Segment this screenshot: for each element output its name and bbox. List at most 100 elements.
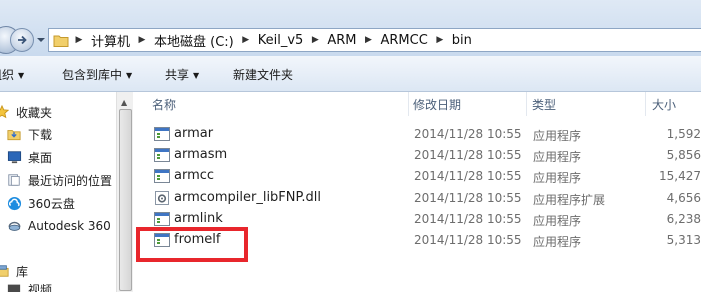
nav-libraries-label: 库 [16, 264, 29, 279]
file-row[interactable]: armasm 2014/11/28 10:55 应用程序 5,856 [148, 145, 701, 165]
navigation-pane: 收藏夹 下载 桌面 最近访问的位置 360云盘 Autodesk 360 库 视… [0, 92, 134, 292]
nav-item-label: Autodesk 360 [28, 219, 111, 233]
file-name: armar [174, 126, 214, 141]
chevron-down-icon: ▼ [126, 71, 133, 80]
include-in-library-label: 包含到库中 [62, 68, 123, 82]
command-bar: 组织▼ 包含到库中▼ 共享▼ 新建文件夹 [0, 56, 701, 92]
column-divider[interactable] [645, 92, 646, 116]
nav-item-label: 下载 [28, 127, 53, 142]
column-divider[interactable] [408, 92, 409, 116]
breadcrumb-separator-icon[interactable]: ▶ [238, 35, 254, 45]
breadcrumb-keil[interactable]: Keil_v5 [254, 33, 308, 48]
file-list: 名称 修改日期 类型 大小 armar 2014/11/28 10:55 应用程… [134, 92, 701, 292]
application-icon [154, 169, 170, 183]
column-header-date[interactable]: 修改日期 [413, 96, 461, 113]
file-size: 5,313 [666, 233, 701, 247]
application-icon [154, 212, 170, 226]
recent-places-icon [6, 172, 22, 188]
file-row[interactable]: armcompiler_libFNP.dll 2014/11/28 10:55 … [148, 188, 701, 208]
column-header-size[interactable]: 大小 [652, 96, 676, 113]
chevron-down-icon: ▼ [193, 71, 200, 80]
file-size: 5,856 [666, 148, 701, 162]
videos-icon [6, 284, 22, 292]
file-type: 应用程序 [533, 150, 582, 164]
file-type: 应用程序 [533, 171, 582, 185]
navigation-scrollbar[interactable]: ▲ [116, 92, 133, 292]
nav-favorites[interactable]: 收藏夹 [0, 102, 52, 122]
nav-item-videos[interactable]: 视频 [6, 284, 52, 292]
file-name: armcc [174, 168, 215, 183]
file-row[interactable]: armar 2014/11/28 10:55 应用程序 1,592 [148, 124, 701, 144]
file-name: armasm [174, 147, 228, 162]
breadcrumb-armcc[interactable]: ARMCC [376, 33, 431, 48]
nav-item-desktop[interactable]: 桌面 [6, 147, 52, 167]
include-in-library-button[interactable]: 包含到库中 ▼ [62, 66, 132, 83]
column-divider[interactable] [526, 92, 527, 116]
scrollbar-thumb[interactable] [119, 109, 132, 291]
file-size: 15,427 [659, 169, 701, 183]
file-date: 2014/11/28 10:55 [414, 212, 522, 226]
breadcrumb-local-disk[interactable]: 本地磁盘 (C:) [150, 31, 238, 50]
file-type: 应用程序 [533, 214, 582, 228]
file-size: 6,238 [666, 212, 701, 226]
file-size: 1,592 [666, 127, 701, 141]
forward-button[interactable] [10, 28, 34, 52]
breadcrumb-bin[interactable]: bin [448, 33, 476, 48]
desktop-icon [6, 149, 22, 165]
application-icon [154, 127, 170, 141]
new-folder-button[interactable]: 新建文件夹 [233, 66, 293, 83]
red-highlight-box [136, 227, 248, 262]
star-icon [0, 104, 10, 120]
autodesk-360-icon [6, 218, 22, 234]
organize-label: 组织 [0, 68, 15, 82]
breadcrumb-arm[interactable]: ARM [323, 33, 360, 48]
folder-icon [53, 35, 69, 47]
nav-item-label: 360云盘 [28, 196, 75, 211]
file-name: armlink [174, 211, 223, 226]
nav-item-autodesk-360[interactable]: Autodesk 360 [6, 216, 111, 236]
file-type: 应用程序 [533, 129, 582, 143]
breadcrumb-separator-icon[interactable]: ▶ [432, 35, 448, 45]
breadcrumb-separator-icon[interactable]: ▶ [71, 35, 87, 45]
share-label: 共享 [165, 68, 190, 82]
file-type: 应用程序 [533, 235, 582, 249]
application-icon [154, 148, 170, 162]
file-row[interactable]: armcc 2014/11/28 10:55 应用程序 15,427 [148, 166, 701, 186]
organize-button[interactable]: 组织▼ [0, 66, 24, 83]
breadcrumb-separator-icon[interactable]: ▶ [360, 35, 376, 45]
nav-item-label: 视频 [28, 284, 53, 292]
nav-libraries[interactable]: 库 [0, 261, 28, 281]
breadcrumb-separator-icon[interactable]: ▶ [307, 35, 323, 45]
nav-item-360-cloud[interactable]: 360云盘 [6, 193, 75, 213]
chevron-down-icon: ▼ [18, 71, 25, 80]
dll-gear-icon [155, 191, 169, 205]
share-button[interactable]: 共享 ▼ [165, 66, 199, 83]
column-header-name[interactable]: 名称 [152, 96, 176, 113]
file-date: 2014/11/28 10:55 [414, 233, 522, 247]
arrow-right-icon [18, 35, 27, 45]
file-date: 2014/11/28 10:55 [414, 127, 522, 141]
nav-item-label: 最近访问的位置 [28, 173, 113, 188]
file-name: armcompiler_libFNP.dll [174, 190, 321, 205]
address-bar[interactable]: ▶ 计算机 ▶ 本地磁盘 (C:) ▶ Keil_v5 ▶ ARM ▶ ARMC… [48, 28, 701, 52]
file-row[interactable]: armlink 2014/11/28 10:55 应用程序 6,238 [148, 209, 701, 229]
file-size: 4,656 [666, 191, 701, 205]
column-header-type[interactable]: 类型 [532, 96, 556, 113]
nav-item-downloads[interactable]: 下载 [6, 124, 52, 144]
nav-item-recent-places[interactable]: 最近访问的位置 [6, 170, 112, 190]
new-folder-label: 新建文件夹 [233, 68, 294, 82]
scroll-up-icon[interactable]: ▲ [121, 98, 127, 107]
cloud-drive-icon [6, 195, 22, 211]
file-date: 2014/11/28 10:55 [414, 191, 522, 205]
breadcrumb-separator-icon[interactable]: ▶ [134, 35, 150, 45]
address-row: ▶ 计算机 ▶ 本地磁盘 (C:) ▶ Keil_v5 ▶ ARM ▶ ARMC… [0, 0, 701, 56]
nav-item-label: 桌面 [28, 150, 53, 165]
nav-favorites-label: 收藏夹 [16, 105, 53, 120]
breadcrumb-computer[interactable]: 计算机 [87, 31, 134, 50]
file-type: 应用程序扩展 [533, 193, 606, 207]
file-date: 2014/11/28 10:55 [414, 148, 522, 162]
library-icon [0, 263, 10, 279]
download-folder-icon [6, 126, 22, 142]
recent-pages-dropdown-icon[interactable] [36, 36, 46, 44]
file-date: 2014/11/28 10:55 [414, 169, 522, 183]
